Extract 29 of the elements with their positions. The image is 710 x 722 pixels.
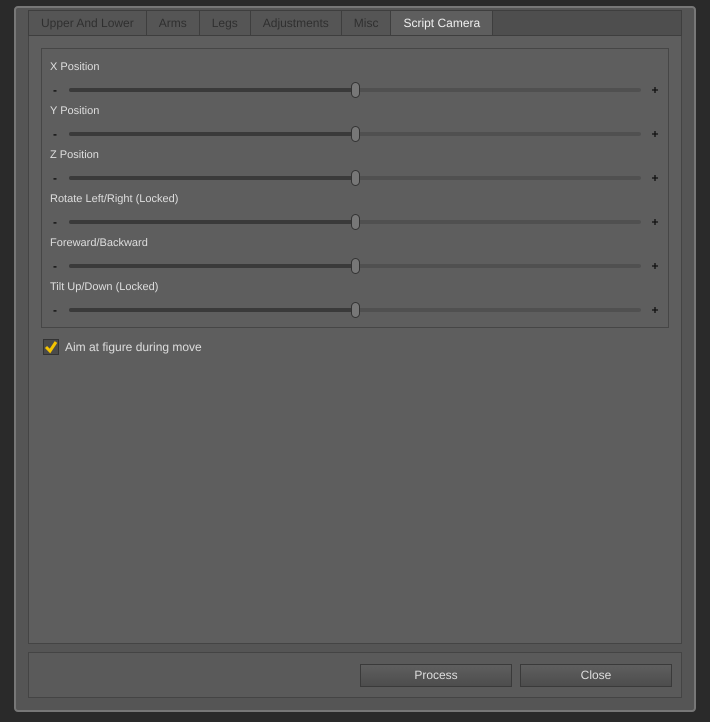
slider-label: Foreward/Backward xyxy=(50,236,148,251)
slider-label: Z Position xyxy=(50,148,99,163)
slider-label: Rotate Left/Right (Locked) xyxy=(50,192,178,207)
plus-label: + xyxy=(650,304,660,316)
minus-label: - xyxy=(52,304,58,316)
slider-label: Tilt Up/Down (Locked) xyxy=(50,280,158,295)
dialog-button[interactable]: Close xyxy=(520,664,672,686)
slider-thumb[interactable] xyxy=(351,82,360,98)
slider-thumb[interactable] xyxy=(351,170,360,186)
minus-label: - xyxy=(52,260,58,272)
minus-label: - xyxy=(52,128,58,140)
plus-label: + xyxy=(650,84,660,96)
slider-thumb[interactable] xyxy=(351,214,360,230)
slider-thumb[interactable] xyxy=(351,302,360,318)
minus-label: - xyxy=(52,84,58,96)
slider-label: Y Position xyxy=(50,104,100,119)
slider-thumb[interactable] xyxy=(351,258,360,274)
tab[interactable]: Script Camera xyxy=(391,11,494,35)
plus-label: + xyxy=(650,128,660,140)
slider-thumb[interactable] xyxy=(351,126,360,142)
plus-label: + xyxy=(650,172,660,184)
checkbox[interactable] xyxy=(43,339,59,355)
plus-label: + xyxy=(650,260,660,272)
slider-label: X Position xyxy=(50,60,100,75)
dialog-button[interactable]: Process xyxy=(360,664,512,686)
minus-label: - xyxy=(52,172,58,184)
plus-label: + xyxy=(650,216,660,228)
minus-label: - xyxy=(52,216,58,228)
checkbox-label: Aim at figure during move xyxy=(65,339,202,356)
